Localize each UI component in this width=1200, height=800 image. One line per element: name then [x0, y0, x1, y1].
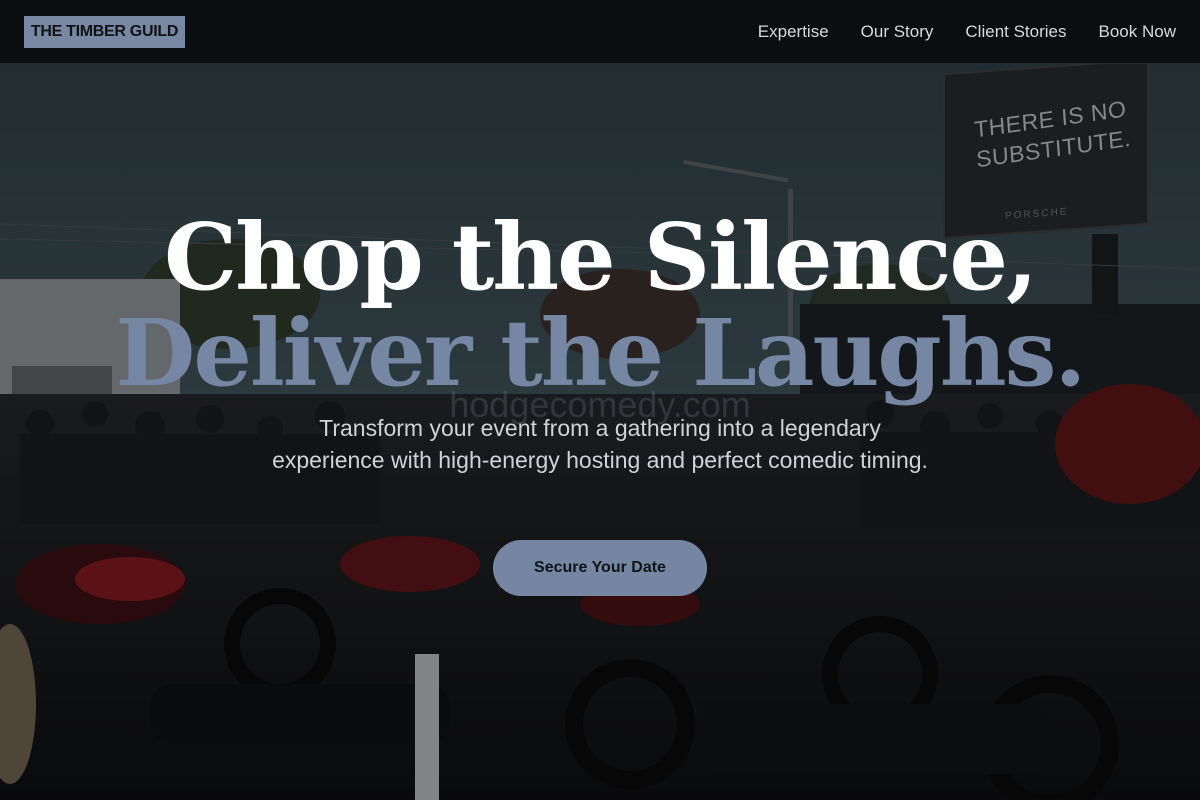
- site-header: THE TIMBER GUILD Expertise Our Story Cli…: [0, 0, 1200, 64]
- nav-link-client-stories[interactable]: Client Stories: [965, 22, 1066, 42]
- hero-title-line-2: Deliver the Laughs.: [115, 299, 1087, 407]
- hero-section: THERE IS NO SUBSTITUTE. PORSCHE hodgecom…: [0, 64, 1200, 800]
- site-logo[interactable]: THE TIMBER GUILD: [24, 16, 185, 48]
- hero-subtitle: Transform your event from a gathering in…: [272, 415, 928, 473]
- hero-title-line-1: Chop the Silence,: [163, 203, 1038, 311]
- nav-link-our-story[interactable]: Our Story: [861, 22, 934, 42]
- nav-link-expertise[interactable]: Expertise: [758, 22, 829, 42]
- main-nav: Expertise Our Story Client Stories Book …: [758, 0, 1176, 64]
- secure-your-date-button[interactable]: Secure Your Date: [493, 540, 707, 596]
- nav-link-book-now[interactable]: Book Now: [1099, 22, 1176, 42]
